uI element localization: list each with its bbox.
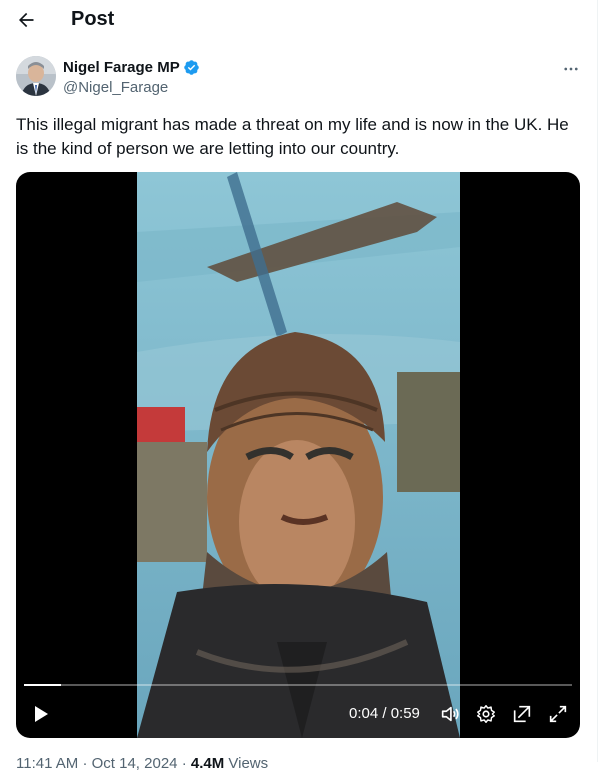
play-button[interactable] bbox=[28, 702, 52, 726]
back-button[interactable] bbox=[12, 6, 40, 34]
author-name[interactable]: Nigel Farage MP bbox=[63, 59, 180, 76]
fullscreen-button[interactable] bbox=[547, 703, 569, 725]
pop-out-button[interactable] bbox=[511, 703, 533, 725]
author-name-row: Nigel Farage MP bbox=[63, 59, 200, 76]
fullscreen-icon bbox=[549, 705, 567, 723]
video-time: 0:04 / 0:59 bbox=[349, 705, 420, 722]
post-date[interactable]: Oct 14, 2024 bbox=[92, 755, 178, 772]
arrow-left-icon bbox=[19, 12, 34, 28]
views-count: 4.4M bbox=[190, 755, 225, 772]
video-frame[interactable] bbox=[137, 172, 460, 738]
video-progress-fill bbox=[24, 684, 62, 686]
more-dots-icon bbox=[564, 67, 578, 71]
volume-button[interactable] bbox=[439, 703, 461, 725]
author-block: Nigel Farage MP @Nigel_Farage bbox=[16, 56, 582, 100]
page-title: Post bbox=[71, 8, 115, 30]
settings-icon bbox=[477, 705, 495, 723]
video-player[interactable]: 0:04 / 0:59 bbox=[16, 172, 580, 738]
views-label: Views bbox=[228, 755, 269, 772]
volume-icon bbox=[441, 706, 459, 722]
post-time[interactable]: 11:41 AM bbox=[16, 755, 78, 772]
post-text: This illegal migrant has made a threat o… bbox=[16, 115, 569, 158]
more-options-button[interactable] bbox=[560, 58, 582, 80]
play-icon bbox=[35, 706, 48, 722]
author-handle[interactable]: @Nigel_Farage bbox=[63, 79, 168, 96]
verified-badge-icon bbox=[183, 60, 199, 75]
post-header: Post bbox=[0, 0, 597, 40]
avatar[interactable] bbox=[16, 56, 56, 96]
post-timestamp: 11:41 AM · Oct 14, 2024 · 4.4M Views bbox=[16, 755, 268, 772]
pop-out-icon bbox=[513, 705, 531, 723]
video-progress-track[interactable] bbox=[24, 684, 572, 686]
timestamp-separator-2: · bbox=[181, 755, 187, 772]
settings-button[interactable] bbox=[475, 703, 497, 725]
timestamp-separator: · bbox=[82, 755, 88, 772]
